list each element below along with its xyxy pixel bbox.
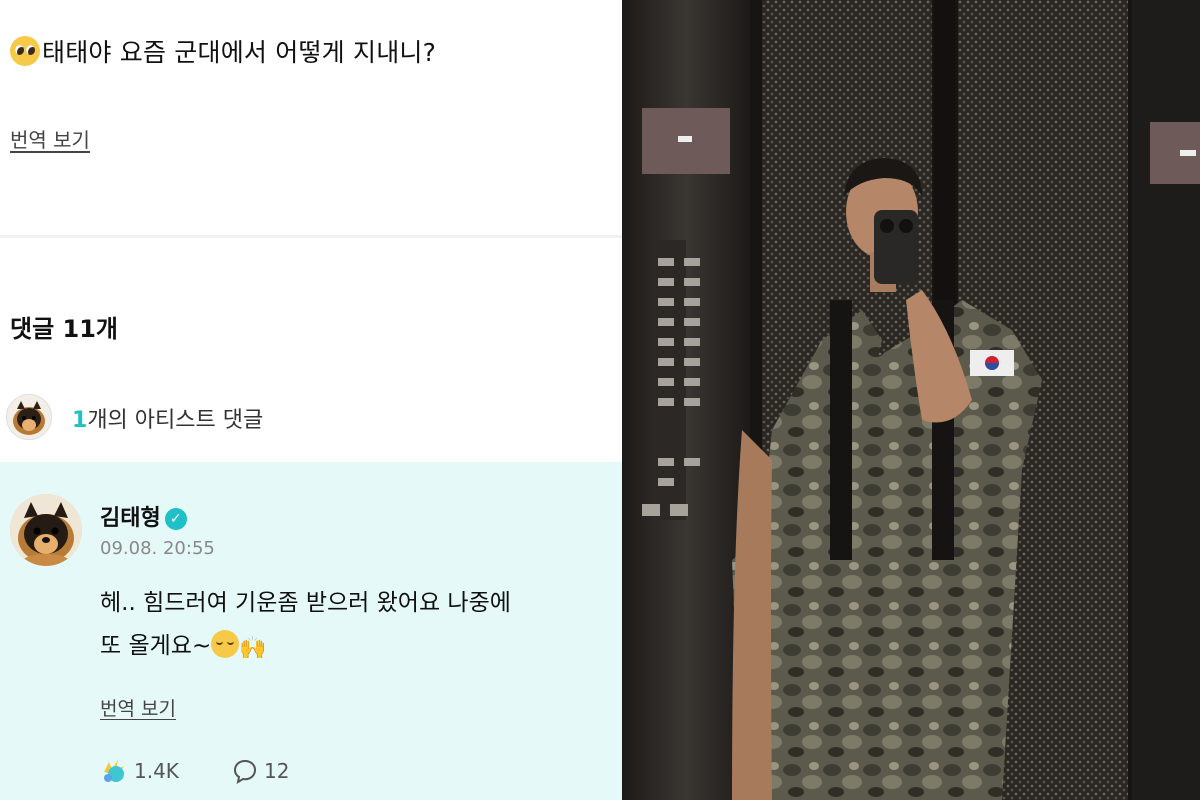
comment-translate-link[interactable]: 번역 보기 xyxy=(100,694,176,721)
reply-button[interactable]: 12 xyxy=(232,758,289,784)
comment-line-2-text: 또 올게요~ xyxy=(100,633,212,659)
artist-avatar-small xyxy=(6,394,52,440)
post-translate-link[interactable]: 번역 보기 xyxy=(10,124,90,153)
comment-line-1: 헤.. 힘드러여 기운좀 받으러 왔어요 나중에 xyxy=(100,590,511,616)
raising-hands-emoji: 🙌 xyxy=(239,636,267,661)
like-count: 1.4K xyxy=(134,759,179,783)
artist-comment-text: 개의 아티스트 댓글 xyxy=(87,408,264,433)
verified-check-icon: ✓ xyxy=(164,508,187,530)
like-button[interactable]: 1.4K xyxy=(100,758,179,784)
comment-author[interactable]: 김태형 ✓ xyxy=(100,500,187,532)
artist-comment-card: 김태형 ✓ 09.08. 20:55 헤.. 힘드러여 기운좀 받으러 왔어요 나… xyxy=(0,462,622,800)
artist-comments-summary[interactable]: 1개의 아티스트 댓글 xyxy=(0,388,622,444)
comment-line-2: 또 올게요~ 🙌 xyxy=(100,625,615,670)
elevator-mirror-photo xyxy=(622,0,1200,800)
pleading-face-emoji xyxy=(10,36,40,66)
soldier-selfie-image xyxy=(622,0,1200,800)
artist-comments-label: 1개의 아티스트 댓글 xyxy=(72,402,263,434)
fan-post-panel: 태태야 요즘 군대에서 어떻게 지내니? 번역 보기 댓글 11개 1개의 아티… xyxy=(0,0,622,800)
comment-body: 헤.. 힘드러여 기운좀 받으러 왔어요 나중에 또 올게요~ 🙌 xyxy=(100,582,615,670)
comment-bubble-icon xyxy=(233,759,257,784)
section-divider xyxy=(0,235,622,238)
comment-date: 09.08. 20:55 xyxy=(100,538,215,559)
author-name: 김태형 xyxy=(100,506,161,531)
cheer-like-icon xyxy=(104,760,124,782)
screenshot-composite: 태태야 요즘 군대에서 어떻게 지내니? 번역 보기 댓글 11개 1개의 아티… xyxy=(0,0,1200,800)
artist-avatar[interactable] xyxy=(10,494,82,566)
artist-comment-count: 1 xyxy=(72,408,88,433)
post-body: 태태야 요즘 군대에서 어떻게 지내니? xyxy=(42,38,437,67)
reply-count: 12 xyxy=(264,759,290,783)
relieved-face-emoji xyxy=(211,630,240,658)
post-text: 태태야 요즘 군대에서 어떻게 지내니? xyxy=(10,33,436,73)
comment-count-heading: 댓글 11개 xyxy=(10,315,118,343)
